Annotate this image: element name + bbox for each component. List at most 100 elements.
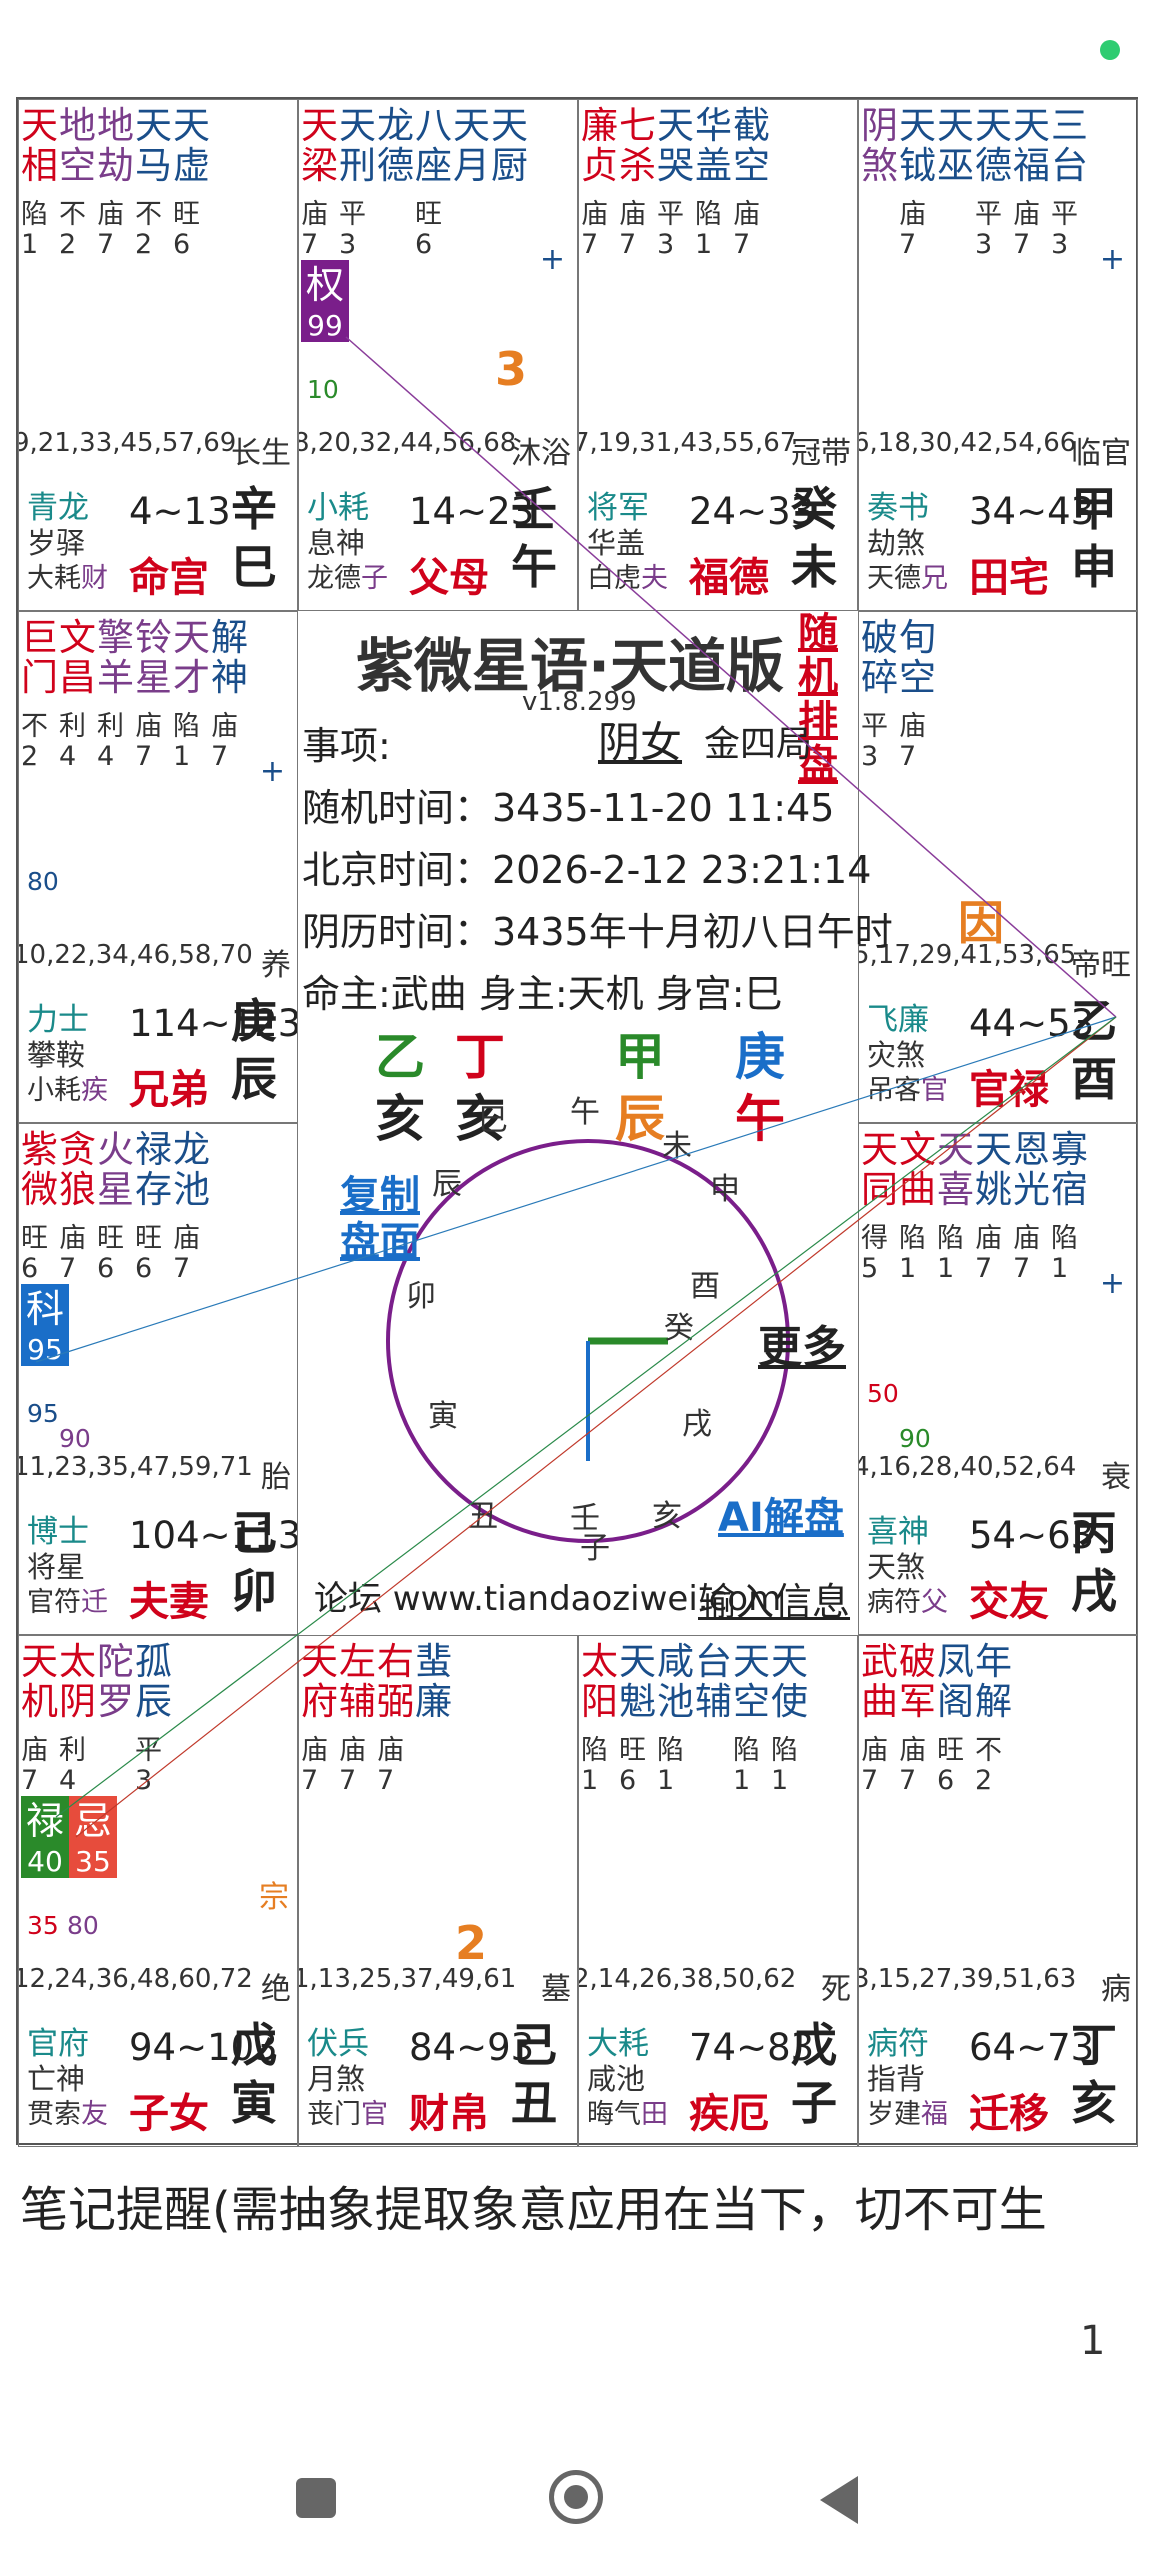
palace-cell-shen[interactable]: 阴煞天钺天巫天德天福三台庙 7 平 3 庙 7 平 3 +6,18,30,42,54,6…	[858, 99, 1138, 611]
palace-cell-you[interactable]: 破碎旬空平 3庙 7 5,17,29,41,53,65 帝旺 飞廉 灾煞 吊客官 44~53…	[858, 611, 1138, 1123]
wheel-branch-label: 午	[570, 1095, 600, 1130]
plus-icon[interactable]: +	[540, 242, 565, 277]
palace-cell-xu[interactable]: 天同文曲天喜天姚恩光寡宿得 5 陷 1 陷 1 庙 7 庙 7 陷 1 +50 90 4,16,…	[858, 1123, 1138, 1635]
brightness-value	[695, 1736, 733, 1796]
star-list: 天相地空地劫天马天虚	[21, 106, 295, 186]
palace-name[interactable]: 财帛	[409, 2081, 489, 2139]
palace-name[interactable]: 交友	[969, 1569, 1049, 1627]
star-name: 七杀	[619, 104, 656, 187]
brightness-value	[97, 1736, 135, 1796]
age-list: 4,16,28,40,52,64	[858, 1452, 1077, 1482]
palace-cell-mao[interactable]: 紫微贪狼火星禄存龙池旺 6庙 7旺 6旺 6庙 7 科 95 95 90 11,23,35…	[18, 1123, 298, 1635]
plus-icon[interactable]: +	[260, 754, 285, 789]
palace-name[interactable]: 父母	[409, 545, 489, 603]
back-icon[interactable]	[820, 2476, 858, 2524]
palace-cell-wei[interactable]: 廉贞七杀天哭华盖截空庙 7 庙 7 平 3 陷 1 庙 7 7,19,31,43,55,6…	[578, 99, 858, 611]
palace-name[interactable]: 夫妻	[129, 1569, 209, 1627]
palace-name[interactable]: 命宫	[129, 545, 209, 603]
star-name: 天马	[135, 104, 172, 187]
brightness-row: 平 3 庙 7	[861, 712, 1135, 772]
wheel-branch-label: 戌	[682, 1407, 712, 1442]
palace-cell-hai[interactable]: 武曲破军凤阁年解庙 7庙 7旺 6不 2 3,15,27,39,51,63 病病符指…	[858, 1635, 1138, 2147]
palace-cell-si[interactable]: 天相地空地劫天马天虚陷 1 不 2 庙 7 不 2 旺 6 9,21,33,45,57,6…	[18, 99, 298, 611]
life-stage: 死	[821, 1972, 851, 2007]
home-icon[interactable]	[549, 2470, 603, 2524]
palace-cell-chou[interactable]: 天府左辅右弼蜚廉庙 7庙 7庙 7 2 1,13,25,37,49,61 墓伏兵 月煞丧…	[298, 1635, 578, 2147]
stem-branch: 丁亥	[1071, 2018, 1117, 2130]
star-name: 天刑	[339, 104, 376, 187]
brightness-value: 平 3	[1051, 199, 1078, 260]
plus-icon[interactable]: +	[1100, 242, 1125, 277]
star-name: 阴煞	[861, 104, 898, 187]
copy-chart-button[interactable]: 复制 盘面	[340, 1173, 420, 1265]
star-name: 破碎	[861, 616, 898, 699]
star-name: 禄存	[135, 1128, 172, 1211]
brightness-value: 平 3	[135, 1735, 162, 1796]
score-note: 35	[27, 1911, 59, 1940]
brightness-value: 庙 7	[377, 1735, 404, 1796]
brightness-value: 陷 1	[695, 199, 722, 260]
minor-star-c: 官符迁	[27, 1587, 108, 1618]
brightness-value	[377, 200, 415, 260]
life-stage: 衰	[1101, 1460, 1131, 1495]
life-stage: 长生	[231, 436, 291, 471]
palace-name[interactable]: 迁移	[969, 2081, 1049, 2139]
wheel-branch-label: 丑	[468, 1499, 498, 1534]
age-list: 3,15,27,39,51,63	[858, 1964, 1077, 1994]
star-name: 八座	[415, 104, 452, 187]
more-button[interactable]: 更多	[758, 1311, 846, 1375]
star-list: 天梁天刑龙德八座天月天厨	[301, 106, 575, 186]
brightness-value: 庙 7	[899, 1735, 926, 1796]
star-name: 天空	[733, 1640, 770, 1723]
stem-branch: 辛巳	[231, 482, 277, 594]
brightness-row: 庙 7 平 3 庙 7 平 3	[861, 200, 1135, 260]
wheel-branch-label: 辰	[432, 1167, 462, 1202]
brightness-value: 庙 7	[59, 1223, 86, 1284]
recents-icon[interactable]	[296, 2478, 336, 2518]
star-list: 破碎旬空	[861, 618, 1135, 698]
brightness-value: 不 2	[59, 199, 86, 260]
star-name: 凤阁	[937, 1640, 974, 1723]
palace-name[interactable]: 官禄	[969, 1057, 1049, 1115]
palace-name[interactable]: 疾厄	[689, 2081, 769, 2139]
brightness-value	[491, 200, 529, 260]
plus-icon[interactable]: +	[1100, 1266, 1125, 1301]
palace-cell-zi[interactable]: 太阳天魁咸池台辅天空天使陷 1 旺 6 陷 1 陷 1 陷 1 2,14,26,38,50…	[578, 1635, 858, 2147]
brightness-value: 旺 6	[173, 199, 200, 260]
palace-cell-chen[interactable]: 巨门文昌擎羊铃星天才解神不 2 利 4 利 4 庙 7 陷 1 庙 7 +80 10,22,3…	[18, 611, 298, 1123]
ai-interpret-button[interactable]: AI解盘	[718, 1485, 844, 1543]
age-list: 8,20,32,44,56,68	[298, 428, 517, 458]
brightness-value: 陷 1	[733, 1735, 760, 1796]
sihua-badge: 科 95	[21, 1284, 69, 1366]
star-name: 蜚廉	[415, 1640, 452, 1723]
stem-branch: 丙戌	[1071, 1506, 1117, 1618]
sihua-badge: 权 99	[301, 260, 349, 342]
palace-cell-yin[interactable]: 天机太阴陀罗孤辰庙 7 利 4 平 3 禄 40 忌 35 35 80 宗 12,24,36,48,…	[18, 1635, 298, 2147]
star-name: 恩光	[1013, 1128, 1050, 1211]
brightness-value: 庙 7	[1013, 199, 1040, 260]
brightness-value: 不 2	[975, 1735, 1002, 1796]
palace-cell-wu[interactable]: 天梁天刑龙德八座天月天厨庙 7 平 3 旺 6 + 权 99 10 3 8,20,32,44,5…	[298, 99, 578, 611]
palace-name[interactable]: 兄弟	[129, 1057, 209, 1115]
age-list: 10,22,34,46,58,70	[18, 940, 253, 970]
star-list: 武曲破军凤阁年解	[861, 1642, 1135, 1722]
input-info-button[interactable]: 输入信息	[698, 1571, 850, 1626]
brightness-value: 不 2	[135, 199, 162, 260]
note-reminder[interactable]: 笔记提醒(需抽象提取象意应用在当下，切不可生	[20, 2170, 1047, 2240]
center-panel: 紫微星语·天道版 v1.8.299 随机 排盘 事项: 阴女 金四局 随机时间：3435-11…	[298, 611, 1004, 1635]
palace-name[interactable]: 田宅	[969, 545, 1049, 603]
palace-name[interactable]: 子女	[129, 2081, 209, 2139]
star-name: 太阴	[59, 1640, 96, 1723]
star-name: 铃星	[135, 616, 172, 699]
life-stage: 帝旺	[1071, 948, 1131, 983]
star-name: 龙池	[173, 1128, 210, 1211]
palace-name[interactable]: 福德	[689, 545, 769, 603]
star-name: 廉贞	[581, 104, 618, 187]
brightness-value: 陷 1	[173, 711, 200, 772]
minor-star-c: 吊客官	[867, 1075, 948, 1106]
gender-label[interactable]: 阴女	[598, 709, 682, 770]
brightness-value: 平 3	[339, 199, 366, 260]
brightness-value	[453, 200, 491, 260]
star-name: 三台	[1051, 104, 1088, 187]
life-stage: 沐浴	[511, 436, 571, 471]
